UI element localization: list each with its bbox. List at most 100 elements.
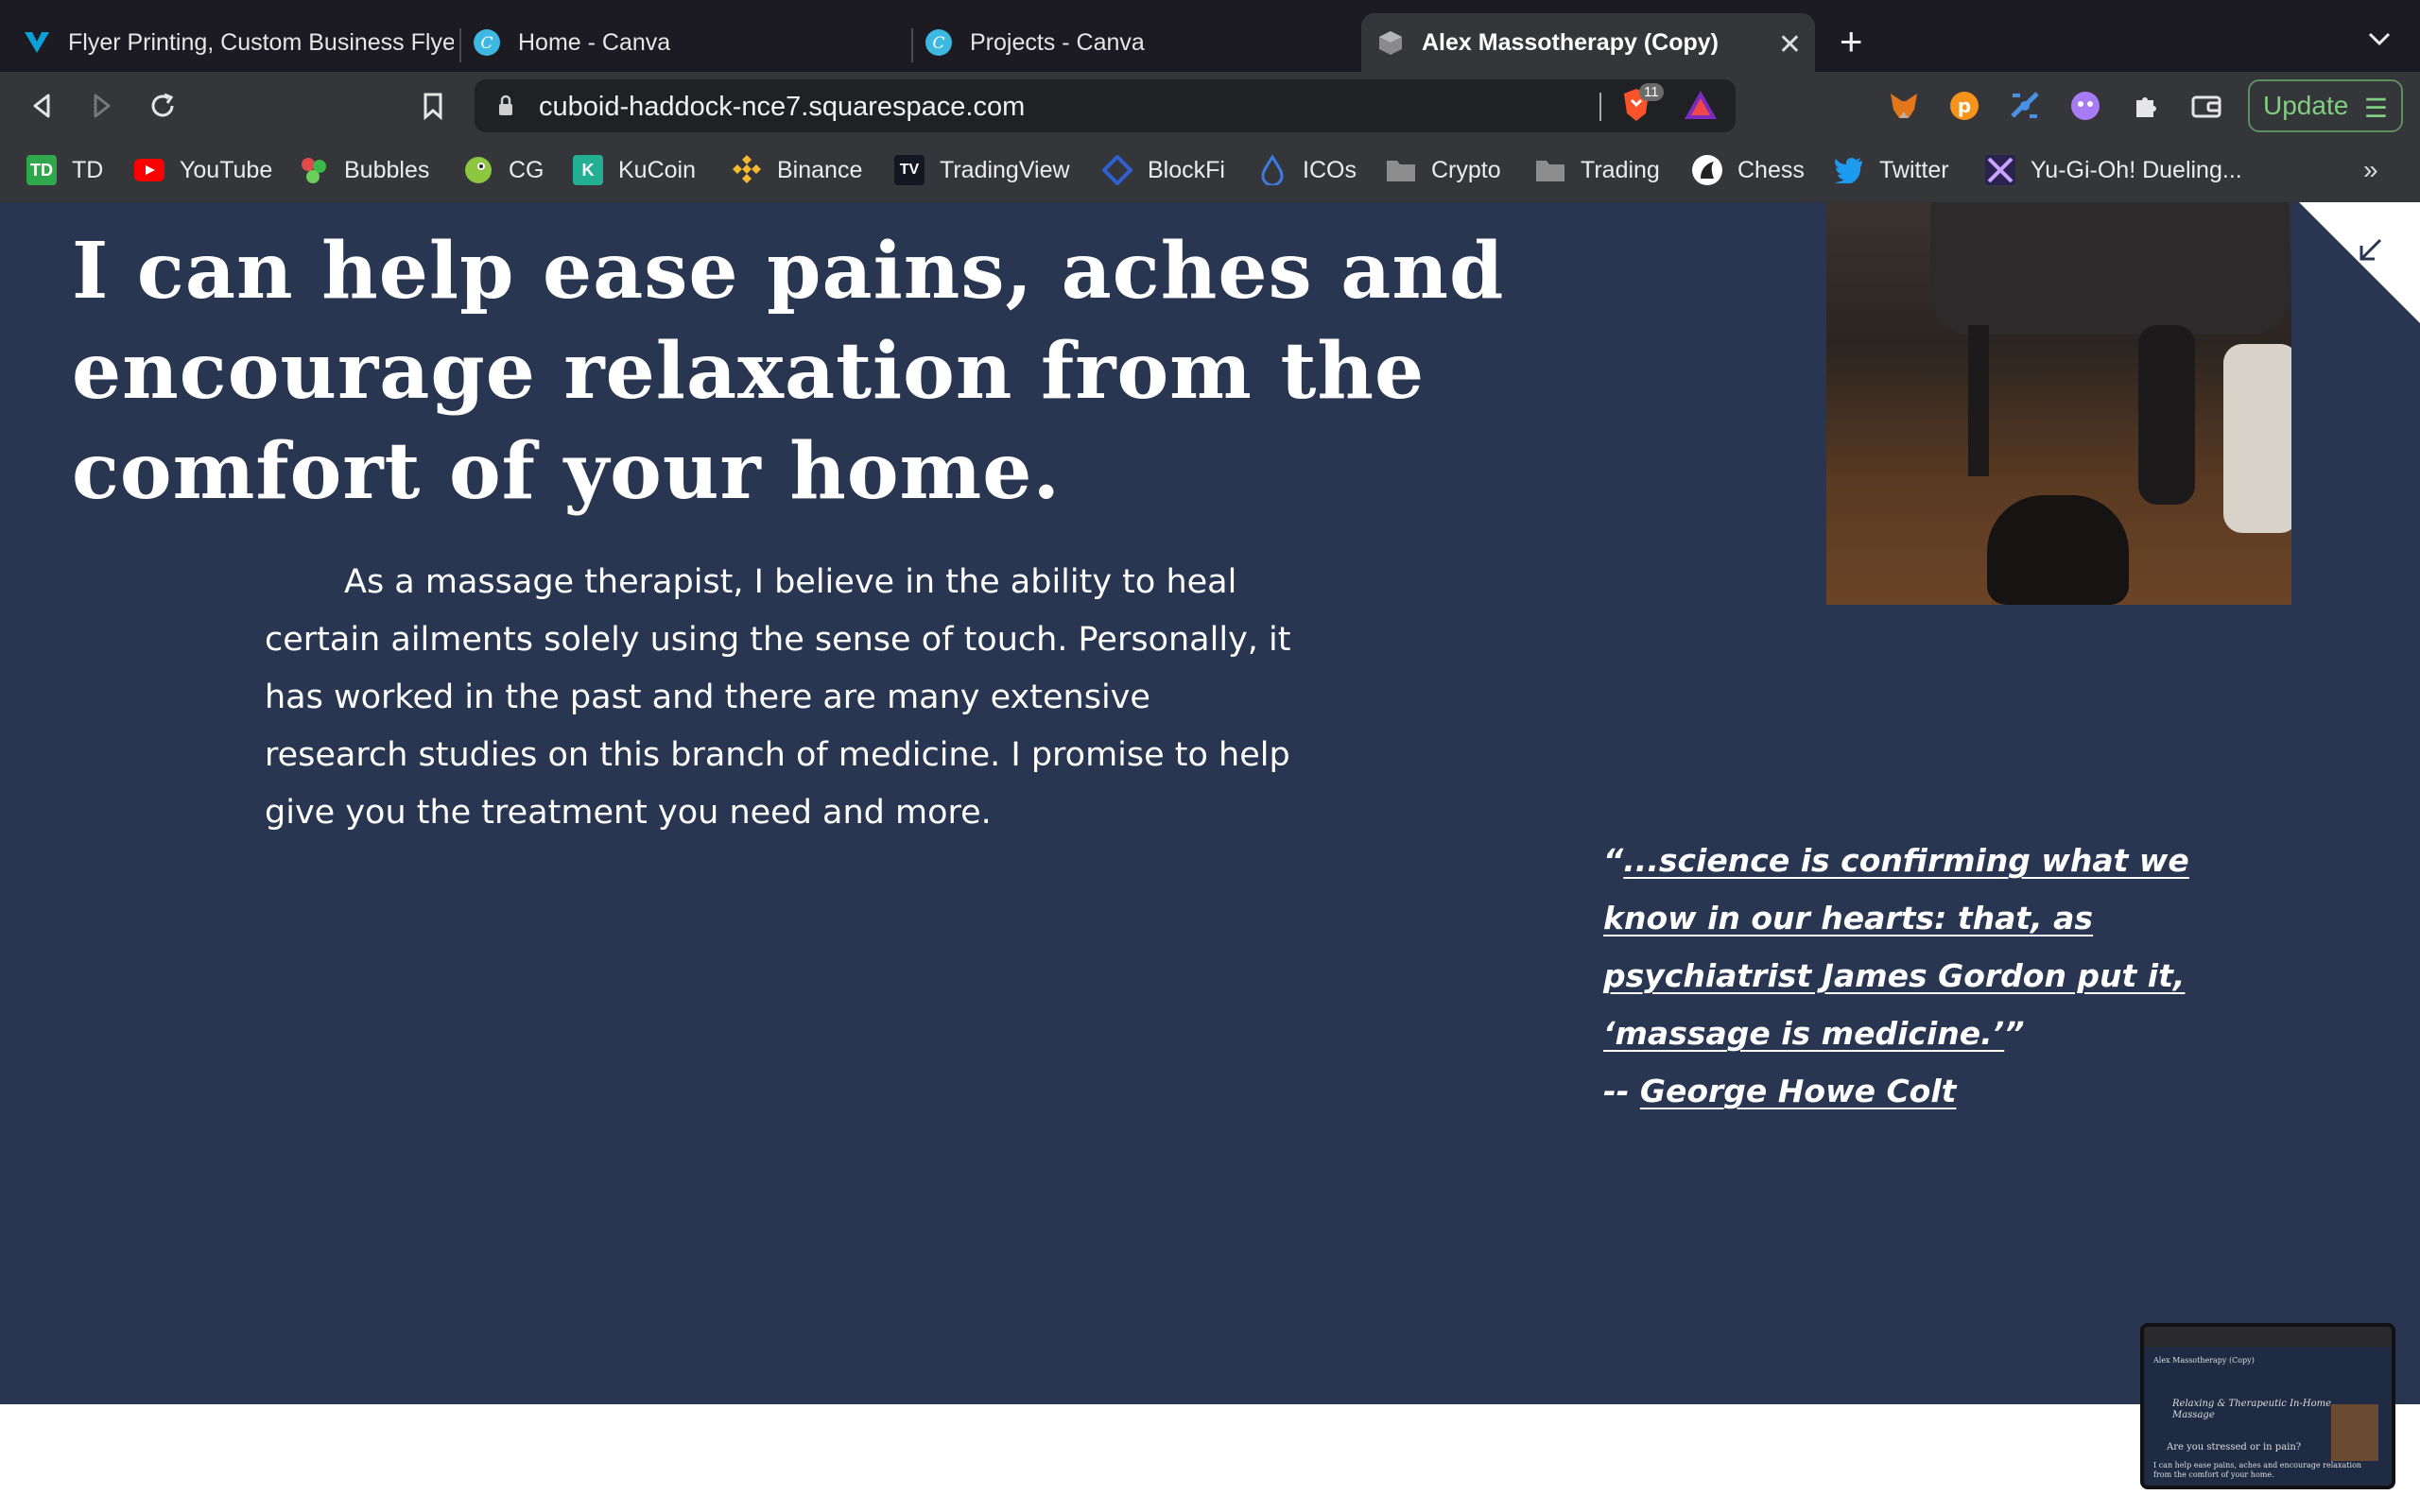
bookmark-label: Trading: [1581, 156, 1660, 183]
shields-count-badge: 11: [1639, 83, 1664, 101]
chess-icon: [1692, 155, 1722, 185]
thumbnail-browser-bar: [2144, 1327, 2392, 1348]
bookmark-tradingview[interactable]: TV TradingView: [894, 153, 1070, 187]
kucoin-icon: K: [573, 155, 603, 185]
quote-dash: --: [1603, 1073, 1640, 1109]
thumbnail-heading: Relaxing & Therapeutic In-Home Massage: [2172, 1399, 2331, 1420]
svg-text:p: p: [1958, 94, 1971, 117]
url-text[interactable]: cuboid-haddock-nce7.squarespace.com: [539, 92, 1025, 123]
blockfi-icon: [1102, 155, 1132, 185]
forward-arrow-icon: [94, 94, 111, 118]
tradingview-icon: TV: [894, 155, 925, 185]
thumbnail-subheading: Are you stressed or in pain?: [2167, 1442, 2302, 1452]
bookmark-label: BlockFi: [1148, 156, 1225, 183]
update-button[interactable]: Update ☰: [2248, 79, 2403, 132]
bookmark-icon: [424, 93, 442, 120]
quote-author[interactable]: George Howe Colt: [1640, 1073, 1957, 1109]
bookmark-kucoin[interactable]: K KuCoin: [573, 153, 696, 187]
browser-toolbar: cuboid-haddock-nce7.squarespace.com 11 p…: [0, 72, 2420, 140]
twitter-icon: [1834, 155, 1864, 185]
bookmark-chess[interactable]: Chess: [1692, 153, 1805, 187]
youtube-icon: [134, 155, 164, 185]
testimonial-quote: “...science is confirming what we know i…: [1603, 832, 2189, 1120]
photo-table-leg: [1968, 325, 1989, 476]
bookmark-label: TradingView: [940, 156, 1070, 183]
bookmark-blockfi[interactable]: BlockFi: [1102, 153, 1225, 187]
reload-button[interactable]: [142, 85, 183, 127]
lock-icon: [497, 94, 514, 122]
tab-separator: [459, 28, 461, 62]
tab-flyer-printing[interactable]: Flyer Printing, Custom Business Flye: [23, 13, 454, 72]
folder-icon: [1386, 155, 1416, 185]
bookmark-binance[interactable]: Binance: [732, 153, 862, 187]
bubbles-icon: [299, 155, 329, 185]
wallet-connect-icon[interactable]: [2008, 89, 2042, 123]
photo-dog: [1987, 495, 2129, 605]
new-tab-button[interactable]: +: [1840, 19, 1863, 64]
brave-rewards-icon[interactable]: [1683, 89, 1719, 126]
bookmark-icos[interactable]: ICOs: [1257, 153, 1357, 187]
bookmark-twitter[interactable]: Twitter: [1834, 153, 1949, 187]
svg-text:C: C: [480, 34, 493, 53]
bookmark-trading[interactable]: Trading: [1535, 153, 1660, 187]
thumbnail-site-title: Alex Massotherapy (Copy): [2153, 1356, 2255, 1365]
bookmark-label: Crypto: [1431, 156, 1501, 183]
ghost-extension-icon[interactable]: [2068, 89, 2102, 123]
tab-title: Flyer Printing, Custom Business Flye: [68, 28, 454, 56]
bookmark-label: KuCoin: [618, 156, 696, 183]
bookmark-td[interactable]: TD TD: [26, 153, 103, 187]
page-content: I can help ease pains, aches and encoura…: [0, 202, 2420, 1512]
puzzle-extensions-icon[interactable]: [2129, 89, 2163, 123]
bookmark-crypto[interactable]: Crypto: [1386, 153, 1501, 187]
td-icon: TD: [26, 155, 57, 185]
chevron-down-icon[interactable]: [2367, 25, 2392, 54]
bookmarks-overflow-button[interactable]: »: [2363, 155, 2378, 185]
screenshot-thumbnail[interactable]: Alex Massotherapy (Copy) Relaxing & Ther…: [2140, 1323, 2395, 1489]
bookmark-label: TD: [72, 156, 104, 183]
coin-extension-icon[interactable]: p: [1947, 89, 1981, 123]
tab-separator: [911, 28, 913, 62]
close-icon[interactable]: ✕: [1778, 28, 1802, 61]
intro-paragraph: As a massage therapist, I believe in the…: [265, 563, 1291, 832]
coingecko-icon: [463, 155, 493, 185]
svg-text:C: C: [932, 34, 944, 53]
tab-alex-massotherapy[interactable]: Alex Massotherapy (Copy) ✕: [1361, 13, 1815, 72]
divider: [1599, 93, 1601, 121]
bookmark-label: YouTube: [180, 156, 273, 183]
bookmark-button[interactable]: [412, 85, 454, 127]
thumbnail-line: I can help ease pains, aches and encoura…: [2153, 1461, 2362, 1479]
vistaprint-icon: [23, 28, 51, 57]
yugioh-icon: [1985, 155, 2015, 185]
photo-massage-table: [1930, 202, 2290, 335]
tab-title: Projects - Canva: [970, 28, 1145, 56]
bookmark-cg[interactable]: CG: [463, 153, 544, 187]
address-bar[interactable]: cuboid-haddock-nce7.squarespace.com 11: [475, 79, 1736, 132]
tab-projects-canva[interactable]: C Projects - Canva: [925, 13, 1359, 72]
bookmark-yugioh[interactable]: Yu-Gi-Oh! Dueling...: [1985, 153, 2242, 187]
tab-title: Home - Canva: [518, 28, 671, 56]
bookmark-label: Bubbles: [344, 156, 430, 183]
massage-table-photo: [1826, 202, 2291, 605]
tab-home-canva[interactable]: C Home - Canva: [473, 13, 908, 72]
drop-icon: [1257, 155, 1288, 185]
metamask-icon[interactable]: [1887, 89, 1921, 123]
tab-strip: Flyer Printing, Custom Business Flye C H…: [0, 0, 2420, 72]
forward-button[interactable]: [81, 85, 123, 127]
hero-headline: I can help ease pains, aches and encoura…: [72, 226, 1505, 517]
collapse-corner-button[interactable]: [2299, 202, 2420, 323]
quote-close-mark: ”: [2004, 1015, 2025, 1052]
quote-open-mark: “: [1603, 842, 1624, 879]
bookmark-youtube[interactable]: YouTube: [134, 153, 272, 187]
canva-icon: C: [925, 28, 953, 57]
bookmark-bubbles[interactable]: Bubbles: [299, 153, 429, 187]
wallet-icon[interactable]: [2189, 89, 2223, 123]
bookmark-label: Twitter: [1879, 156, 1949, 183]
bookmark-label: ICOs: [1303, 156, 1357, 183]
photo-chair: [2223, 344, 2291, 533]
update-label: Update: [2263, 91, 2349, 120]
binance-icon: [732, 155, 762, 185]
back-button[interactable]: [21, 85, 62, 127]
quote-text[interactable]: ...science is confirming what we know in…: [1603, 842, 2189, 1052]
tab-title: Alex Massotherapy (Copy): [1422, 28, 1719, 56]
next-section: [0, 1404, 2420, 1512]
